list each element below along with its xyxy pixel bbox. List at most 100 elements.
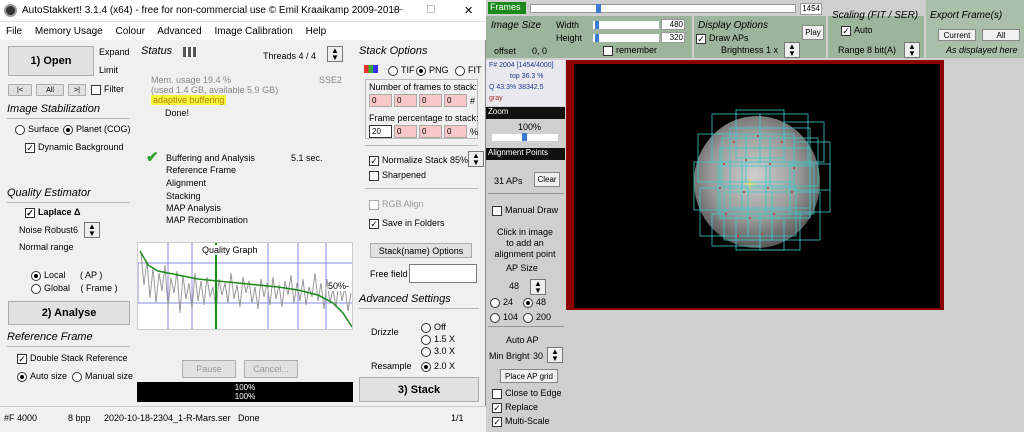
export-all-button[interactable]: All	[982, 29, 1020, 41]
nav-first-button[interactable]: |<	[8, 84, 32, 96]
normalize-stepper[interactable]: ▲ ▼	[468, 151, 484, 167]
maximize-button[interactable]: ☐	[426, 3, 436, 16]
drizzle-3x-radio[interactable]: 3.0 X	[421, 346, 455, 357]
step-reference-frame: Reference Frame	[166, 165, 237, 175]
ap-size-200-label: 200	[536, 312, 552, 322]
quality-estimator-heading: Quality Estimator	[7, 187, 91, 199]
double-stack-reference-checkbox[interactable]: ✓ Double Stack Reference	[17, 353, 128, 364]
threads-label: Threads 4 / 4	[263, 51, 317, 61]
free-field-input[interactable]	[409, 264, 477, 283]
pause-button[interactable]: Pause	[182, 360, 236, 378]
rgb-align-label: RGB Align	[382, 199, 424, 209]
frames-slider[interactable]	[530, 4, 796, 13]
ap-size-48-radio[interactable]: 48	[523, 297, 546, 308]
menu-file[interactable]: File	[6, 26, 22, 37]
dynamic-background-checkbox[interactable]: ✓ Dynamic Background	[25, 142, 124, 153]
done-text: Done!	[165, 108, 190, 118]
zoom-heading-bar: Zoom	[486, 107, 565, 119]
draw-aps-checkbox[interactable]: ✓ Draw APs	[696, 33, 749, 44]
place-ap-grid-button[interactable]: Place AP grid	[500, 369, 558, 383]
percent-field-3[interactable]: 0	[419, 125, 442, 138]
close-button[interactable]: ✕	[464, 4, 473, 17]
filter-checkbox[interactable]: Filter	[91, 84, 124, 95]
frames-value[interactable]: 1454	[800, 3, 822, 15]
min-bright-stepper[interactable]: ▲ ▼	[547, 347, 563, 363]
manual-draw-checkbox[interactable]: Manual Draw	[492, 205, 558, 216]
step-stacking: Stacking	[166, 191, 201, 201]
frames-field-4[interactable]: 0	[444, 94, 467, 107]
sharpened-checkbox[interactable]: Sharpened	[369, 170, 426, 181]
play-button[interactable]: Play	[802, 25, 824, 40]
auto-size-radio[interactable]: Auto size	[17, 371, 67, 382]
scaling-auto-checkbox[interactable]: ✓ Auto	[841, 25, 873, 36]
frames-field-1[interactable]: 0	[369, 94, 392, 107]
close-to-edge-checkbox[interactable]: Close to Edge	[492, 388, 562, 399]
ap-size-24-radio[interactable]: 24	[490, 297, 513, 308]
ap-size-200-radio[interactable]: 200	[523, 312, 551, 323]
height-slider[interactable]	[593, 34, 659, 42]
adaptive-buffering-text: adaptive buffering	[151, 95, 227, 105]
range-label: Range 8 bit(A)	[838, 45, 897, 55]
ap-size-stepper[interactable]: ▲ ▼	[530, 279, 546, 295]
cancel-button[interactable]: Cancel...	[244, 360, 298, 378]
limit-button[interactable]: Limit	[99, 65, 118, 75]
percent-field-2[interactable]: 0	[394, 125, 417, 138]
remember-checkbox[interactable]: remember	[603, 45, 657, 56]
local-ap-radio[interactable]: Local ( AP )	[31, 270, 102, 281]
stack-name-options-button[interactable]: Stack(name) Options	[370, 243, 472, 258]
planet-cog-radio[interactable]: Planet (COG)	[63, 124, 131, 135]
fit-radio[interactable]: FIT	[455, 65, 482, 76]
brightness-stepper[interactable]: ▲ ▼	[784, 42, 800, 58]
surface-radio[interactable]: Surface	[15, 124, 59, 135]
rgb-align-checkbox[interactable]: RGB Align	[369, 199, 424, 210]
local-label: Local	[44, 270, 66, 280]
analyse-button[interactable]: 2) Analyse	[8, 301, 130, 325]
image-viewer[interactable]	[566, 60, 944, 310]
multi-scale-checkbox[interactable]: ✓ Multi-Scale	[492, 416, 550, 427]
zoom-heading: Zoom	[488, 107, 509, 116]
ap-size-104-radio[interactable]: 104	[490, 312, 518, 323]
stack-button[interactable]: 3) Stack	[359, 377, 479, 402]
global-frame-radio[interactable]: Global ( Frame )	[31, 283, 118, 294]
menu-help[interactable]: Help	[306, 26, 327, 37]
menu-image-calibration[interactable]: Image Calibration	[214, 26, 292, 37]
laplace-checkbox[interactable]: ✓ Laplace Δ	[25, 207, 81, 218]
export-current-button[interactable]: Current	[938, 29, 976, 41]
noise-robust-stepper[interactable]: ▲ ▼	[84, 222, 100, 238]
zoom-slider[interactable]	[492, 133, 558, 141]
drizzle-1-5x-radio[interactable]: 1.5 X	[421, 334, 455, 345]
threads-stepper[interactable]: ▲ ▼	[327, 46, 343, 62]
nav-last-button[interactable]: >|	[68, 84, 86, 96]
drizzle-off-radio[interactable]: Off	[421, 322, 446, 333]
width-slider[interactable]	[593, 21, 659, 29]
nav-all-button[interactable]: All	[36, 84, 64, 96]
percent-field-1[interactable]: 20	[369, 125, 392, 138]
save-in-folders-checkbox[interactable]: ✓ Save in Folders	[369, 218, 445, 229]
percent-field-4[interactable]: 0	[444, 125, 467, 138]
step-time: 5.1 sec.	[291, 153, 323, 163]
planet-image[interactable]	[574, 64, 940, 308]
frames-slider-thumb[interactable]	[596, 4, 601, 13]
frames-label: Frames	[488, 2, 526, 14]
normalize-stack-checkbox[interactable]: ✓ Normalize Stack 85%	[369, 155, 468, 166]
menu-advanced[interactable]: Advanced	[157, 26, 201, 37]
height-value[interactable]: 320	[661, 32, 685, 43]
minimize-button[interactable]: —	[393, 4, 403, 15]
manual-size-radio[interactable]: Manual size	[72, 371, 133, 382]
clear-aps-button[interactable]: Clear	[534, 172, 560, 187]
open-button[interactable]: 1) Open	[8, 46, 94, 76]
memory-usage-text: Mem. usage 19.4 %	[151, 75, 232, 85]
width-value[interactable]: 480	[661, 19, 685, 30]
menu-colour[interactable]: Colour	[116, 26, 145, 37]
frames-field-3[interactable]: 0	[419, 94, 442, 107]
close-to-edge-label: Close to Edge	[505, 388, 562, 398]
expand-button[interactable]: Expand	[99, 47, 130, 57]
replace-checkbox[interactable]: ✓ Replace	[492, 402, 538, 413]
resample-2x-radio[interactable]: 2.0 X	[421, 361, 455, 372]
frame-number-text: F# 2004 [1454/4000]	[489, 62, 554, 69]
range-stepper[interactable]: ▲ ▼	[904, 42, 920, 58]
tif-radio[interactable]: TIF	[388, 65, 415, 76]
menu-memory-usage[interactable]: Memory Usage	[35, 26, 103, 37]
png-radio[interactable]: PNG	[416, 65, 449, 76]
frames-field-2[interactable]: 0	[394, 94, 417, 107]
